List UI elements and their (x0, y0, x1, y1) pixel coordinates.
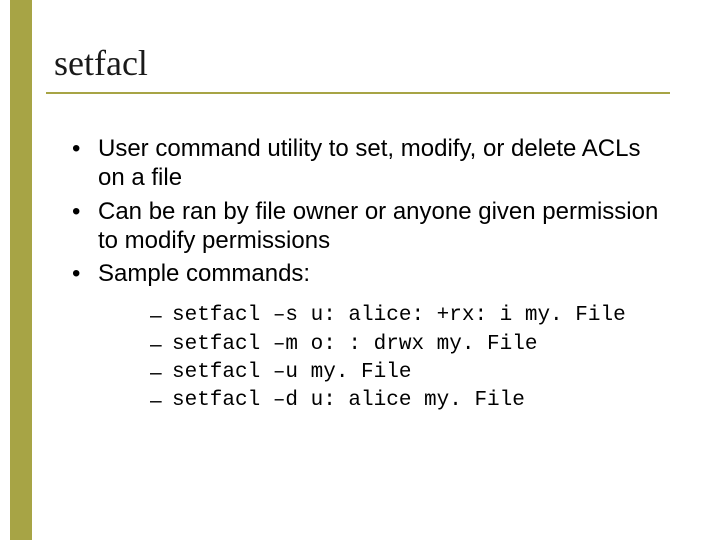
command-text: setfacl –m o: : drwx my. File (172, 333, 537, 356)
slide: setfacl User command utility to set, mod… (0, 0, 720, 540)
command-item: setfacl –s u: alice: +rx: i my. File (150, 302, 672, 330)
bullet-text: User command utility to set, modify, or … (98, 135, 640, 191)
command-item: setfacl –d u: alice my. File (150, 387, 672, 415)
accent-bar (10, 0, 32, 540)
command-list: setfacl –s u: alice: +rx: i my. File set… (98, 302, 672, 415)
command-text: setfacl –d u: alice my. File (172, 389, 525, 412)
slide-title: setfacl (54, 42, 148, 84)
bullet-item: User command utility to set, modify, or … (72, 134, 672, 193)
title-underline (46, 92, 670, 94)
command-text: setfacl –s u: alice: +rx: i my. File (172, 304, 626, 327)
bullet-text: Can be ran by file owner or anyone given… (98, 198, 658, 254)
command-item: setfacl –u my. File (150, 359, 672, 387)
bullet-text: Sample commands: (98, 260, 310, 287)
slide-body: User command utility to set, modify, or … (72, 134, 672, 420)
bullet-item: Can be ran by file owner or anyone given… (72, 197, 672, 256)
command-item: setfacl –m o: : drwx my. File (150, 331, 672, 359)
bullet-item: Sample commands: setfacl –s u: alice: +r… (72, 259, 672, 416)
command-text: setfacl –u my. File (172, 361, 411, 384)
bullet-list: User command utility to set, modify, or … (72, 134, 672, 416)
